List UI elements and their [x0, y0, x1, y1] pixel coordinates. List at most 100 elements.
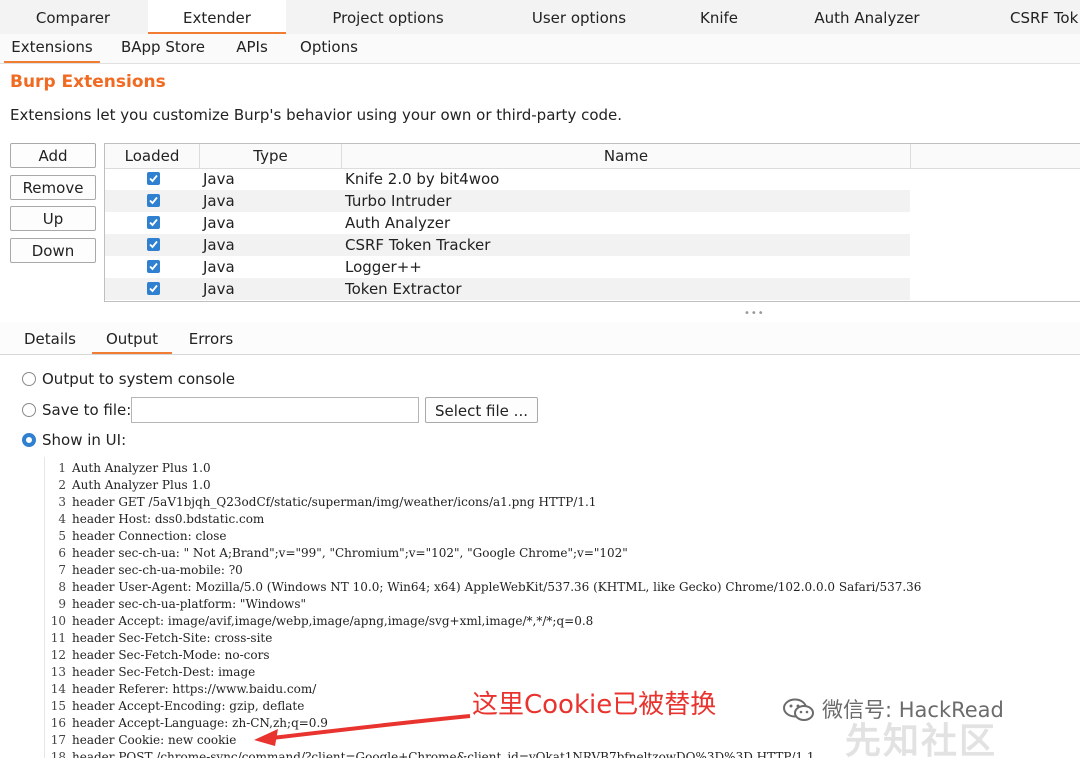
radio-label: Save to file: — [42, 401, 132, 419]
split-pane-divider[interactable]: ••• — [744, 308, 765, 319]
line-number: 12 — [50, 648, 66, 662]
radio-label: Show in UI: — [42, 431, 127, 449]
column-header-name[interactable]: Name — [342, 144, 911, 169]
tab-details[interactable]: Details — [12, 322, 88, 352]
tab-apis[interactable]: APIs — [228, 34, 276, 61]
line-number: 18 — [50, 750, 66, 758]
cell-name: Token Extractor — [345, 280, 462, 298]
table-row[interactable]: Java Knife 2.0 by bit4woo — [105, 168, 910, 190]
line-number: 10 — [50, 614, 66, 628]
console-line: 5 header Connection: close — [45, 528, 1080, 545]
cell-type: Java — [203, 214, 235, 232]
line-text: header Sec-Fetch-Site: cross-site — [72, 631, 273, 645]
radio-show-in-ui[interactable] — [22, 433, 36, 447]
save-file-path-input[interactable] — [131, 397, 419, 423]
cell-type: Java — [203, 192, 235, 210]
save-to-file-option[interactable]: Save to file: — [22, 399, 132, 421]
line-number: 4 — [58, 512, 66, 526]
console-line: 3 header GET /5aV1bjqh_Q23odCf/static/sup… — [45, 494, 1080, 511]
add-button[interactable]: Add — [10, 143, 96, 168]
line-number: 5 — [58, 529, 66, 543]
console-line: 11 header Sec-Fetch-Site: cross-site — [45, 630, 1080, 647]
line-number: 11 — [50, 631, 66, 645]
line-text: header sec-ch-ua: " Not A;Brand";v="99",… — [72, 546, 628, 560]
annotation-text: 这里Cookie已被替换 — [472, 690, 717, 720]
table-row[interactable]: Java Turbo Intruder — [105, 190, 910, 212]
tab-project-options[interactable]: Project options — [300, 0, 476, 34]
line-text: header Sec-Fetch-Dest: image — [72, 665, 256, 679]
line-text: Auth Analyzer Plus 1.0 — [72, 478, 211, 492]
console-line: 1 Auth Analyzer Plus 1.0 — [45, 460, 1080, 477]
line-text: header User-Agent: Mozilla/5.0 (Windows … — [72, 580, 922, 594]
line-number: 16 — [50, 716, 66, 730]
tab-options[interactable]: Options — [292, 34, 366, 61]
console-line: 6 header sec-ch-ua: " Not A;Brand";v="99"… — [45, 545, 1080, 562]
tab-bapp-store[interactable]: BApp Store — [114, 34, 212, 61]
line-number: 1 — [58, 461, 66, 475]
down-button[interactable]: Down — [10, 238, 96, 263]
tab-output[interactable]: Output — [92, 322, 172, 354]
line-number: 6 — [58, 546, 66, 560]
line-number: 2 — [58, 478, 66, 492]
tab-auth-analyzer[interactable]: Auth Analyzer — [782, 0, 952, 34]
remove-button[interactable]: Remove — [10, 175, 96, 200]
loaded-checkbox[interactable] — [147, 238, 160, 251]
page-description: Extensions let you customize Burp's beha… — [10, 106, 623, 124]
console-line: 10 header Accept: image/avif,image/webp,i… — [45, 613, 1080, 630]
line-text: header Referer: https://www.baidu.com/ — [72, 682, 317, 696]
line-number: 8 — [58, 580, 66, 594]
table-row[interactable]: Java Token Extractor — [105, 278, 910, 300]
table-row[interactable]: Java Logger++ — [105, 256, 910, 278]
radio-save-to-file[interactable] — [22, 403, 36, 417]
table-row[interactable]: Java Auth Analyzer — [105, 212, 910, 234]
column-header-type[interactable]: Type — [200, 144, 342, 169]
loaded-checkbox[interactable] — [147, 216, 160, 229]
tab-extender[interactable]: Extender — [148, 0, 286, 34]
cell-name: Turbo Intruder — [345, 192, 452, 210]
watermark-text: 微信号: HackRead — [822, 698, 1004, 722]
column-header-empty — [911, 144, 1080, 169]
line-number: 15 — [50, 699, 66, 713]
loaded-checkbox[interactable] — [147, 260, 160, 273]
show-in-ui-option[interactable]: Show in UI: — [22, 429, 162, 451]
cell-type: Java — [203, 258, 235, 276]
line-number: 3 — [58, 495, 66, 509]
output-tab-bar: Details Output Errors — [0, 322, 1080, 355]
loaded-checkbox[interactable] — [147, 282, 160, 295]
line-text: header POST /chrome-sync/command/?client… — [72, 750, 815, 758]
loaded-checkbox[interactable] — [147, 172, 160, 185]
cell-name: CSRF Token Tracker — [345, 236, 491, 254]
column-header-loaded[interactable]: Loaded — [105, 144, 200, 169]
cell-name: Auth Analyzer — [345, 214, 451, 232]
cell-name: Knife 2.0 by bit4woo — [345, 170, 500, 188]
tab-knife[interactable]: Knife — [676, 0, 762, 34]
line-number: 17 — [50, 733, 66, 747]
line-text: header Host: dss0.bdstatic.com — [72, 512, 265, 526]
line-number: 9 — [58, 597, 66, 611]
table-row[interactable]: Java CSRF Token Tracker — [105, 234, 910, 256]
up-button[interactable]: Up — [10, 206, 96, 231]
loaded-checkbox[interactable] — [147, 194, 160, 207]
console-line: 12 header Sec-Fetch-Mode: no-cors — [45, 647, 1080, 664]
cell-type: Java — [203, 236, 235, 254]
console-line: 13 header Sec-Fetch-Dest: image — [45, 664, 1080, 681]
tab-extensions[interactable]: Extensions — [4, 34, 100, 63]
console-line: 2 Auth Analyzer Plus 1.0 — [45, 477, 1080, 494]
output-system-console-option[interactable]: Output to system console — [22, 368, 322, 390]
tab-csrf-token[interactable]: CSRF Tok — [1010, 0, 1080, 34]
radio-label: Output to system console — [42, 370, 236, 388]
console-line: 7 header sec-ch-ua-mobile: ?0 — [45, 562, 1080, 579]
tab-errors[interactable]: Errors — [178, 322, 244, 352]
line-number: 14 — [50, 682, 66, 696]
line-text: header Sec-Fetch-Mode: no-cors — [72, 648, 270, 662]
select-file-button[interactable]: Select file ... — [425, 397, 538, 423]
cell-name: Logger++ — [345, 258, 422, 276]
console-line: 4 header Host: dss0.bdstatic.com — [45, 511, 1080, 528]
line-text: header Cookie: new cookie — [72, 733, 237, 747]
tab-user-options[interactable]: User options — [496, 0, 662, 34]
tab-comparer[interactable]: Comparer — [10, 0, 136, 34]
line-text: header Accept: image/avif,image/webp,ima… — [72, 614, 594, 628]
line-text: header sec-ch-ua-mobile: ?0 — [72, 563, 243, 577]
radio-system-console[interactable] — [22, 372, 36, 386]
line-text: header Connection: close — [72, 529, 227, 543]
